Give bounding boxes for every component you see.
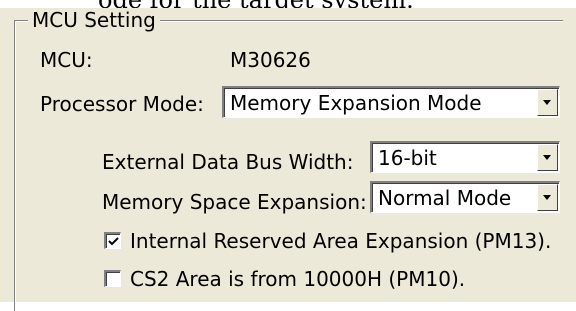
memory-space-expansion-label: Memory Space Expansion: (102, 190, 367, 214)
processor-mode-dropdown-button[interactable] (537, 89, 558, 116)
cs2-area-checkbox[interactable] (104, 270, 121, 287)
group-title: MCU Setting (28, 8, 160, 32)
chevron-down-icon (543, 100, 551, 105)
mcu-label: MCU: (40, 48, 93, 72)
chevron-down-icon (543, 155, 551, 160)
chevron-down-icon (543, 195, 551, 200)
memory-space-expansion-dropdown-button[interactable] (537, 184, 558, 211)
external-data-bus-width-select[interactable]: 16-bit (370, 141, 560, 173)
external-data-bus-width-dropdown-button[interactable] (537, 144, 558, 171)
memory-space-expansion-value: Normal Mode (378, 186, 512, 210)
external-data-bus-width-value: 16-bit (378, 146, 437, 170)
checkmark-icon (108, 237, 119, 246)
mcu-setting-panel: MCU Setting MCU: M30626 Processor Mode: … (0, 8, 576, 311)
memory-space-expansion-select[interactable]: Normal Mode (370, 181, 560, 213)
processor-mode-select[interactable]: Memory Expansion Mode (222, 86, 560, 118)
mcu-value: M30626 (230, 48, 311, 72)
internal-reserved-area-checkbox[interactable] (104, 232, 121, 249)
processor-mode-value: Memory Expansion Mode (230, 91, 482, 115)
external-data-bus-width-label: External Data Bus Width: (102, 150, 354, 174)
cs2-area-label: CS2 Area is from 10000H (PM10). (130, 267, 466, 291)
internal-reserved-area-label: Internal Reserved Area Expansion (PM13). (130, 229, 552, 253)
processor-mode-label: Processor Mode: (40, 92, 204, 116)
